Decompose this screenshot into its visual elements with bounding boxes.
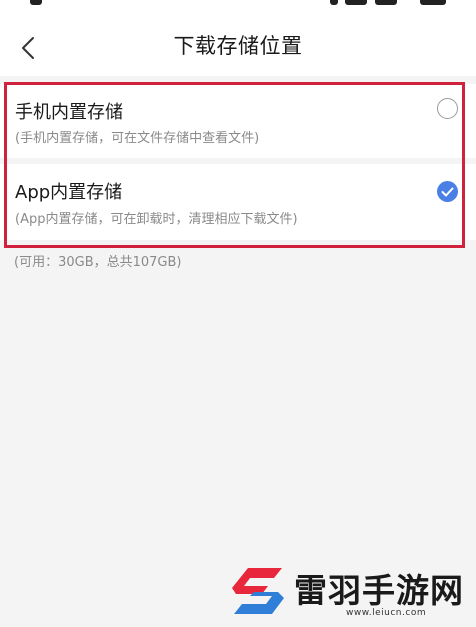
option-description: (App内置存储，可在卸载时，清理相应下载文件): [15, 212, 298, 227]
option-title: 手机内置存储: [15, 102, 123, 123]
header-bar: 下载存储位置: [0, 18, 476, 76]
status-icon: [330, 0, 338, 5]
checkmark-icon: [441, 187, 454, 196]
status-icon: [30, 0, 42, 5]
page-title: 下载存储位置: [173, 34, 303, 58]
storage-info: (可用：30GB，总共107GB): [14, 255, 182, 270]
watermark: 雷羽手游网 www.leiucn.com: [228, 564, 468, 624]
watermark-url: www.leiucn.com: [346, 608, 427, 618]
status-bar: [0, 0, 476, 18]
watermark-name: 雷羽手游网: [294, 571, 464, 610]
option-phone-storage[interactable]: 手机内置存储 (手机内置存储，可在文件存储中查看文件): [0, 84, 476, 158]
option-title: App内置存储: [15, 182, 123, 203]
radio-checked-icon[interactable]: [437, 181, 458, 202]
battery-icon: [420, 0, 446, 5]
option-app-storage[interactable]: App内置存储 (App内置存储，可在卸载时，清理相应下载文件): [0, 164, 476, 240]
signal-icon: [345, 0, 367, 5]
wifi-icon: [375, 0, 397, 5]
option-description: (手机内置存储，可在文件存储中查看文件): [15, 131, 260, 146]
site-logo-icon: [232, 568, 284, 614]
radio-unchecked-icon[interactable]: [437, 98, 458, 119]
